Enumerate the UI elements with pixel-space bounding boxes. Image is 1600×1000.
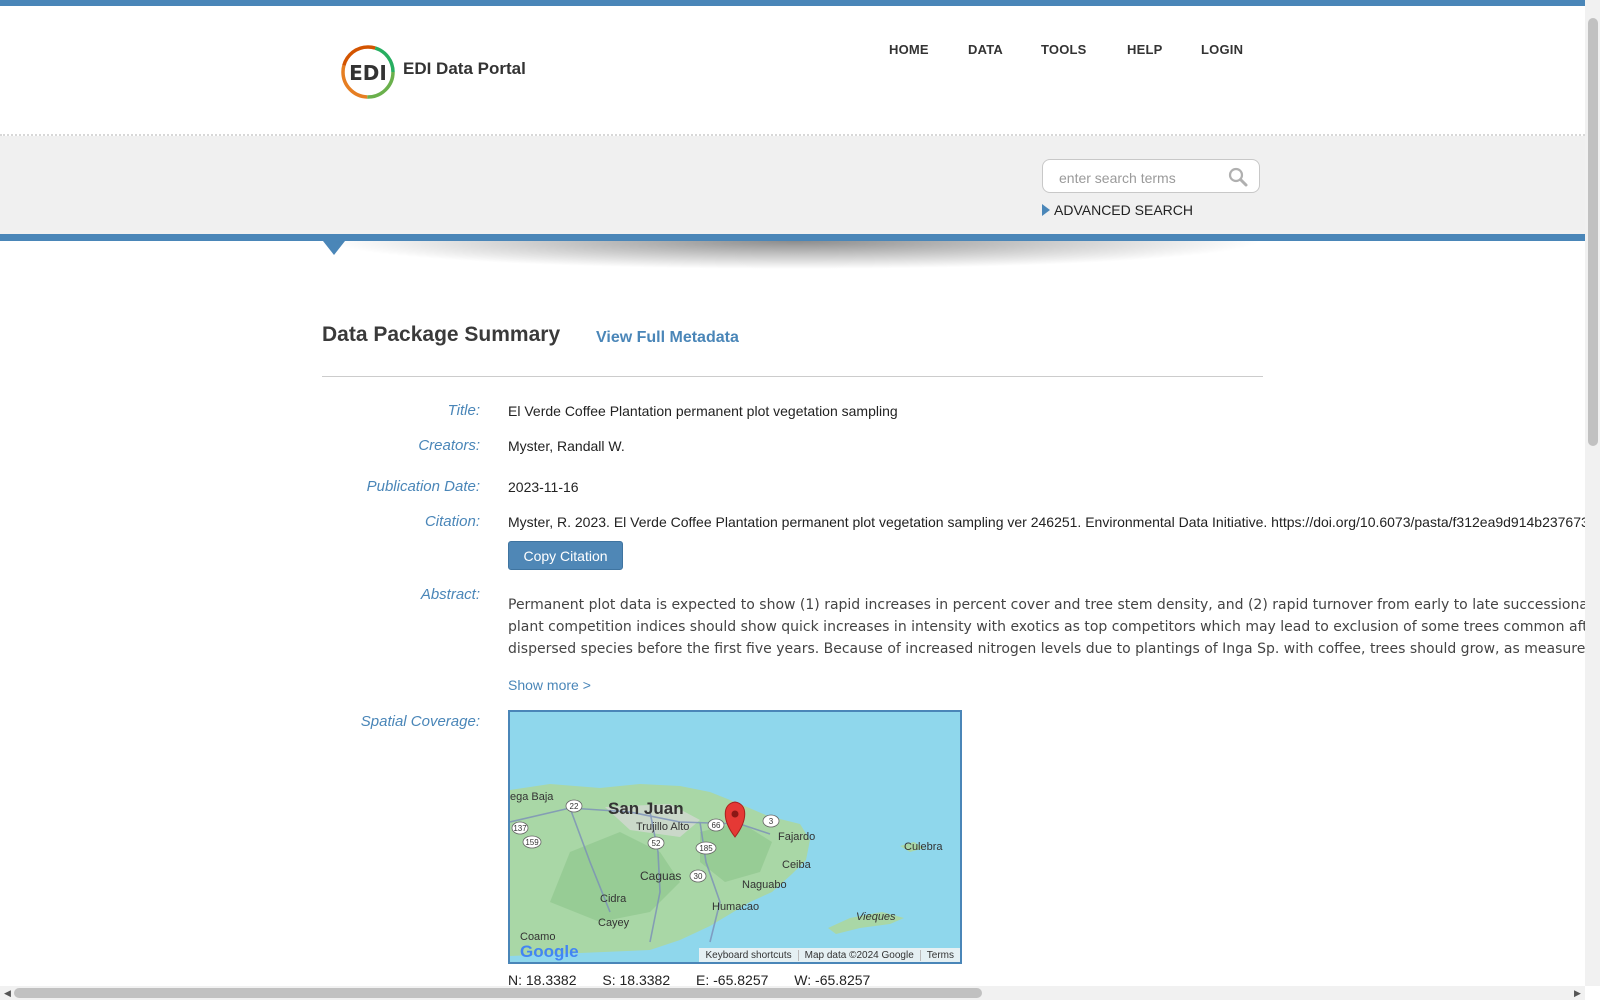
search-box — [1042, 159, 1260, 193]
scroll-left-arrow-icon[interactable]: ◀ — [4, 988, 11, 999]
google-logo: Google — [520, 942, 579, 961]
page-title: Data Package Summary — [322, 323, 561, 346]
map-label-san-juan: San Juan — [608, 799, 684, 818]
site-header: EDI EDI Data Portal HOME DATA TOOLS HELP… — [0, 6, 1585, 136]
view-full-metadata-link[interactable]: View Full Metadata — [596, 329, 739, 347]
advanced-search-link[interactable]: ADVANCED SEARCH — [1042, 202, 1193, 218]
svg-text:3: 3 — [769, 817, 774, 826]
abstract-line: plant competition indices should show qu… — [508, 619, 1600, 635]
abstract-text: Permanent plot data is expected to show … — [508, 594, 1600, 660]
show-more-link[interactable]: Show more > — [508, 677, 591, 693]
advanced-search-label: ADVANCED SEARCH — [1054, 202, 1193, 218]
road-shield: 30 — [689, 869, 707, 883]
search-input[interactable] — [1057, 167, 1226, 189]
map-label-caguas: Caguas — [640, 869, 681, 883]
road-shield: 22 — [565, 799, 583, 813]
map-label-cayey: Cayey — [598, 917, 630, 929]
map-label-vega-baja: ega Baja — [510, 791, 554, 803]
svg-text:52: 52 — [652, 839, 661, 848]
keyboard-shortcuts-link[interactable]: Keyboard shortcuts — [699, 950, 797, 961]
spatial-coverage-label: Spatial Coverage: — [360, 713, 480, 730]
map-label-vieques: Vieques — [856, 911, 896, 923]
logo-text[interactable]: EDI Data Portal — [403, 59, 526, 79]
citation-label: Citation: — [424, 513, 480, 530]
map-footer: Keyboard shortcuts Map data ©2024 Google… — [699, 948, 960, 962]
map-label-naguabo: Naguabo — [742, 879, 787, 891]
title-label: Title: — [447, 402, 480, 419]
band-divider — [0, 234, 1585, 241]
abstract-line: Permanent plot data is expected to show … — [508, 597, 1600, 613]
svg-text:137: 137 — [513, 824, 527, 833]
map-label-humacao: Humacao — [712, 901, 759, 913]
search-icon[interactable] — [1227, 166, 1249, 188]
nav-tools[interactable]: TOOLS — [1041, 42, 1087, 57]
creators-value: Myster, Randall W. — [508, 438, 625, 454]
horizontal-scrollbar-thumb[interactable] — [14, 988, 982, 998]
road-shield: 137 — [511, 821, 529, 835]
svg-text:159: 159 — [525, 838, 539, 847]
copy-citation-button[interactable]: Copy Citation — [508, 541, 623, 570]
road-shield: 52 — [647, 836, 665, 850]
publication-date-value: 2023-11-16 — [508, 479, 579, 495]
nav-data[interactable]: DATA — [968, 42, 1003, 57]
svg-text:185: 185 — [699, 844, 713, 853]
section-divider — [322, 376, 1263, 377]
svg-text:30: 30 — [694, 872, 703, 881]
road-shield: 185 — [695, 841, 717, 855]
nav-help[interactable]: HELP — [1127, 42, 1162, 57]
map-terms-link[interactable]: Terms — [919, 949, 960, 961]
title-value: El Verde Coffee Plantation permanent plo… — [508, 403, 898, 419]
spatial-coverage-map[interactable]: ega Baja San Juan Trujillo Alto Fajardo … — [508, 710, 962, 964]
caret-right-icon — [1042, 204, 1050, 216]
scroll-right-arrow-icon[interactable]: ▶ — [1574, 988, 1581, 999]
svg-text:EDI: EDI — [349, 61, 387, 85]
road-shield: 66 — [707, 818, 725, 832]
edi-logo[interactable]: EDI — [340, 44, 396, 100]
map-canvas: ega Baja San Juan Trujillo Alto Fajardo … — [510, 712, 960, 962]
nav-home[interactable]: HOME — [889, 42, 929, 57]
decorative-shadow — [330, 241, 1260, 301]
publication-date-label: Publication Date: — [366, 478, 480, 495]
map-label-ceiba: Ceiba — [782, 859, 812, 871]
map-label-trujillo-alto: Trujillo Alto — [636, 821, 689, 833]
road-shield: 159 — [522, 835, 542, 849]
creators-label: Creators: — [418, 437, 480, 454]
search-band — [0, 136, 1585, 234]
svg-text:66: 66 — [712, 821, 721, 830]
svg-text:22: 22 — [570, 802, 579, 811]
map-data-attribution: Map data ©2024 Google — [797, 949, 920, 961]
map-label-cidra: Cidra — [600, 893, 627, 905]
map-label-culebra: Culebra — [904, 841, 943, 853]
abstract-label: Abstract: — [420, 586, 480, 603]
road-shield: 3 — [762, 814, 780, 828]
vertical-scrollbar-thumb[interactable] — [1588, 18, 1598, 446]
map-label-fajardo: Fajardo — [778, 831, 815, 843]
nav-login[interactable]: LOGIN — [1201, 42, 1243, 57]
citation-value: Myster, R. 2023. El Verde Coffee Plantat… — [508, 514, 1589, 530]
abstract-line: dispersed species before the first five … — [508, 641, 1600, 657]
